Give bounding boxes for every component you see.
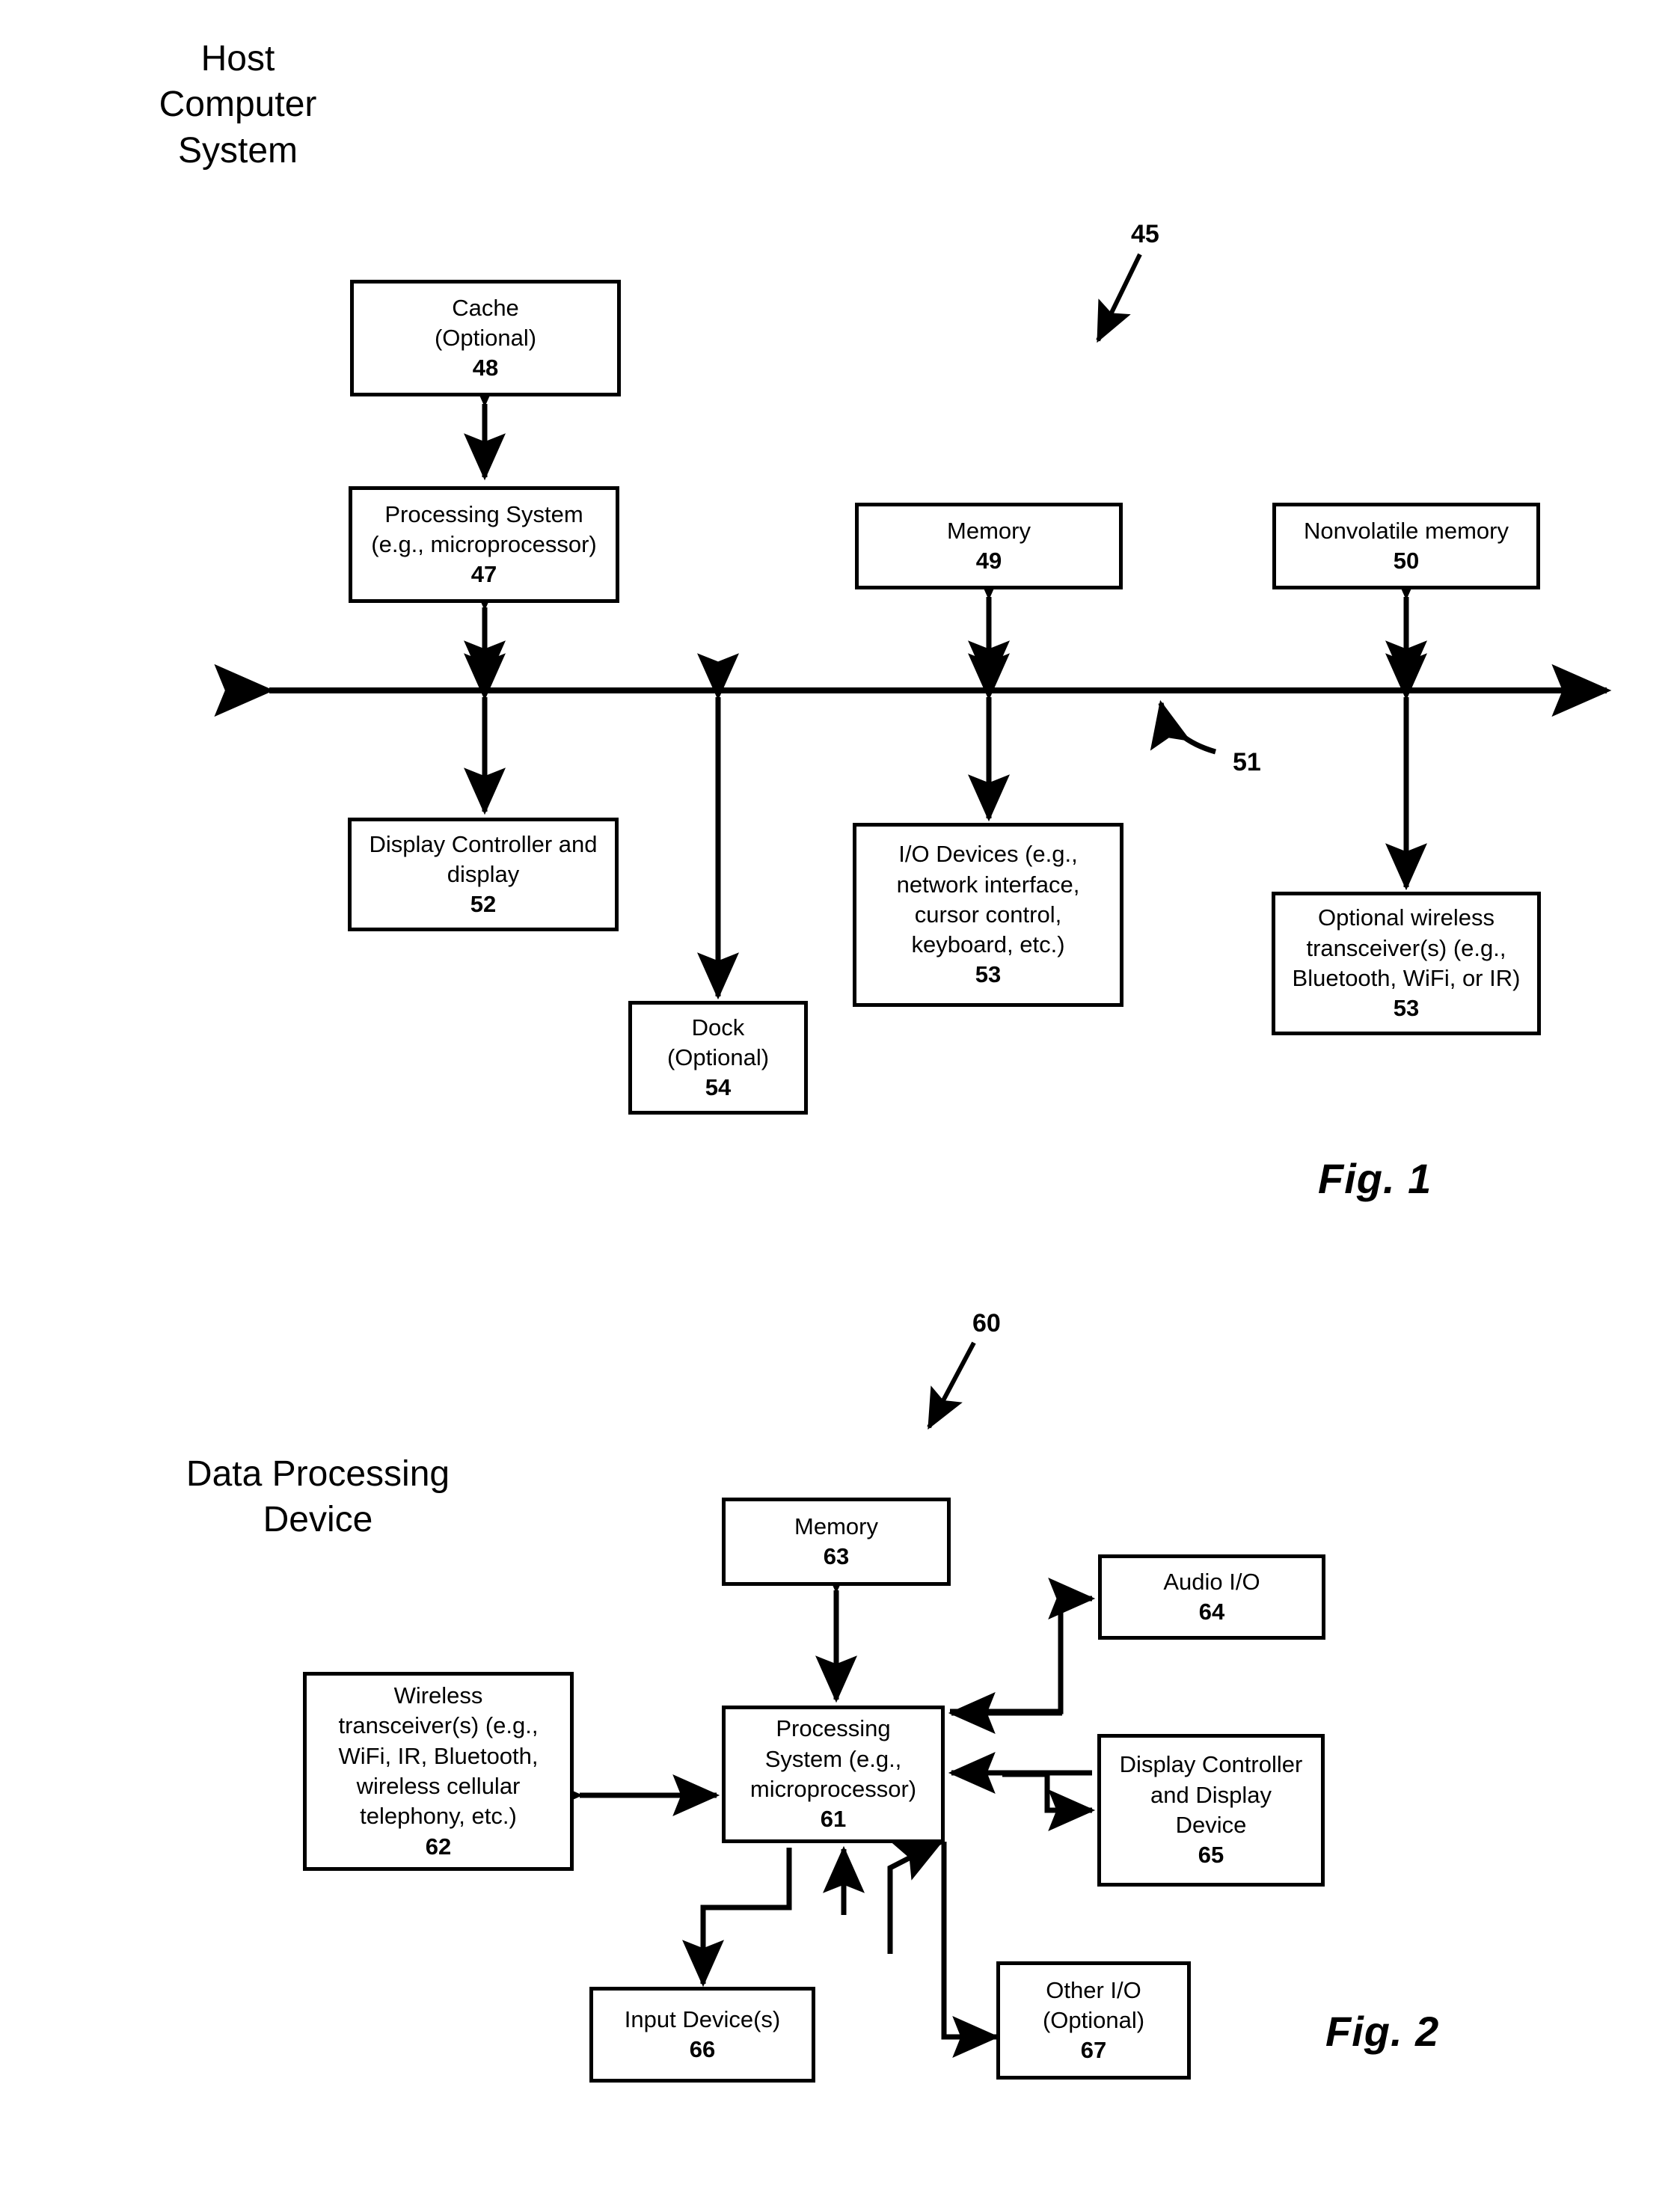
box-otherio-ref: 67 (1080, 2037, 1107, 2064)
box-optional-wireless-53[interactable]: Optional wireless transceiver(s) (e.g., … (1272, 892, 1541, 1035)
arrow-processing-otherio (941, 1842, 1000, 2058)
box-display-controller-65[interactable]: Display Controller and Display Device 65 (1097, 1734, 1325, 1887)
arrow-processing-display (1002, 1771, 1096, 1831)
box-wireless1-line-2: Bluetooth, WiFi, or IR) (1292, 965, 1521, 991)
box-processing61-ref: 61 (820, 1806, 847, 1833)
fig2-heading: Data Processing Device (186, 1454, 450, 1540)
box-processing-ref: 47 (470, 561, 497, 588)
fig2-caption: Fig. 2 (1325, 2008, 1440, 2055)
box-io-line-3: keyboard, etc.) (911, 931, 1065, 958)
box-display-line-0: Display Controller and (369, 830, 598, 857)
ref-60-leader (927, 1341, 976, 1430)
box-cache-48[interactable]: Cache (Optional) 48 (350, 280, 621, 396)
box-processing61-line-0: Processing (776, 1715, 891, 1742)
box-input-ref: 66 (689, 2036, 716, 2062)
box-wireless-transceivers-62[interactable]: Wireless transceiver(s) (e.g., WiFi, IR,… (303, 1672, 574, 1871)
box-display-ref: 52 (470, 891, 497, 918)
box-wireless1-line-1: transceiver(s) (e.g., (1306, 934, 1506, 961)
box-memory-63[interactable]: Memory 63 (722, 1498, 951, 1586)
box-display65-ref: 65 (1198, 1842, 1224, 1869)
box-memory-ref: 49 (975, 548, 1002, 574)
box-input-line-0: Input Device(s) (624, 2005, 781, 2032)
box-processing61-line-2: microprocessor) (749, 1776, 917, 1802)
box-wireless62-line-2: WiFi, IR, Bluetooth, (338, 1742, 539, 1769)
box-cache-ref: 48 (472, 355, 499, 381)
ref-51-leader (1150, 699, 1216, 755)
fig1-caption: Fig. 1 (1318, 1155, 1432, 1202)
box-dock-line-0: Dock (691, 1014, 745, 1041)
box-memory63-line-0: Memory (794, 1513, 878, 1539)
box-wireless1-ref: 53 (1393, 995, 1420, 1022)
box-cache-line-0: Cache (452, 294, 519, 321)
box-processing-system-61[interactable]: Processing System (e.g., microprocessor)… (722, 1706, 945, 1843)
fig1-heading: Host Computer System (159, 39, 317, 171)
ref-45-leader (1096, 253, 1142, 343)
box-display65-line-2: Device (1175, 1812, 1247, 1838)
box-audio-ref: 64 (1198, 1599, 1225, 1625)
box-other-io-67[interactable]: Other I/O (Optional) 67 (996, 1961, 1191, 2080)
box-nonvolatile-memory-50[interactable]: Nonvolatile memory 50 (1272, 503, 1540, 589)
box-display-controller-52[interactable]: Display Controller and display 52 (348, 818, 619, 931)
box-processing61-line-1: System (e.g., (764, 1745, 902, 1772)
fig1-bus-label: 51 (1233, 748, 1261, 776)
box-wireless62-line-0: Wireless (393, 1682, 483, 1709)
arrow-processing-input (682, 1848, 792, 1988)
box-input-devices-66[interactable]: Input Device(s) 66 (589, 1987, 815, 2083)
box-processing-system-47[interactable]: Processing System (e.g., microprocessor)… (349, 486, 619, 603)
patent-drawing-sheet: Host Computer System 45 51 Fig. 1 Cache … (0, 0, 1680, 2191)
box-io-devices-53[interactable]: I/O Devices (e.g., network interface, cu… (853, 823, 1123, 1007)
arrow-processing-audio (950, 1578, 1096, 1715)
box-wireless62-line-1: transceiver(s) (e.g., (338, 1712, 539, 1739)
box-processing-line-0: Processing System (384, 500, 583, 527)
fig2-ref-label: 60 (972, 1309, 1001, 1337)
box-nonvolatile-ref: 50 (1393, 548, 1420, 574)
box-display-line-1: display (447, 860, 520, 887)
box-display65-line-0: Display Controller (1119, 1751, 1303, 1778)
box-cache-line-1: (Optional) (434, 324, 537, 351)
box-io-line-0: I/O Devices (e.g., (898, 841, 1078, 868)
box-io-ref: 53 (975, 961, 1002, 988)
box-dock-ref: 54 (705, 1074, 732, 1101)
box-memory-49[interactable]: Memory 49 (855, 503, 1123, 589)
box-dock-54[interactable]: Dock (Optional) 54 (628, 1001, 808, 1115)
box-memory63-ref: 63 (823, 1543, 850, 1569)
box-io-line-2: cursor control, (914, 901, 1062, 928)
box-io-line-1: network interface, (896, 871, 1080, 898)
box-nonvolatile-line-0: Nonvolatile memory (1304, 517, 1509, 544)
box-wireless62-ref: 62 (425, 1833, 452, 1860)
box-memory-line-0: Memory (947, 517, 1031, 544)
arrow-otherio-processing (887, 1839, 944, 1954)
box-audio-line-0: Audio I/O (1163, 1568, 1260, 1595)
box-audio-io-64[interactable]: Audio I/O 64 (1098, 1554, 1325, 1640)
box-processing-line-1: (e.g., microprocessor) (371, 530, 597, 557)
box-wireless62-line-3: wireless cellular (356, 1773, 521, 1799)
connector-layer (214, 253, 1612, 2058)
box-wireless62-line-4: telephony, etc.) (360, 1803, 517, 1830)
fig1-ref-label: 45 (1131, 220, 1159, 248)
box-wireless1-line-0: Optional wireless (1317, 904, 1495, 931)
box-dock-line-1: (Optional) (666, 1044, 770, 1070)
box-otherio-line-1: (Optional) (1042, 2006, 1145, 2033)
box-display65-line-1: and Display (1150, 1781, 1272, 1808)
box-otherio-line-0: Other I/O (1046, 1976, 1141, 2003)
